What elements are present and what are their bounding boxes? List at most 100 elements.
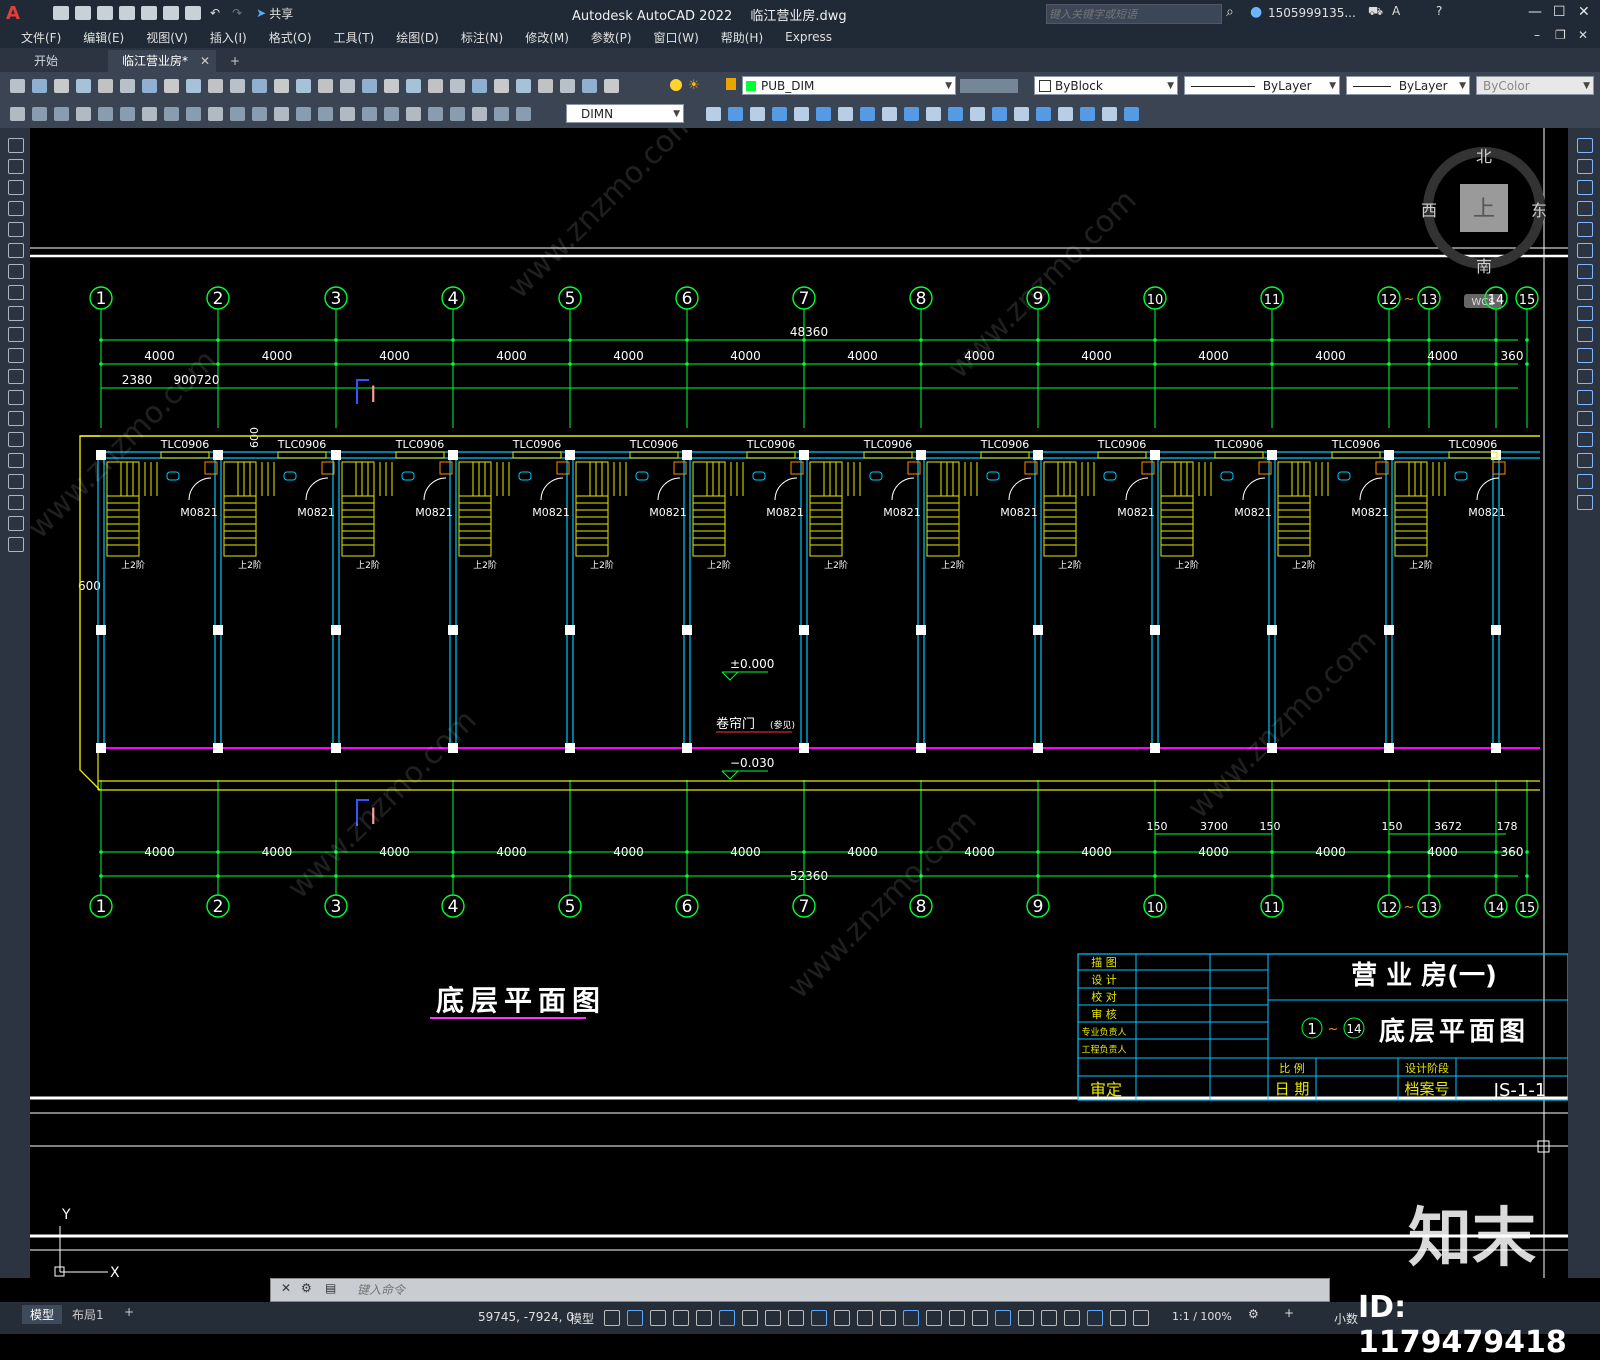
status-toggle-icon[interactable]	[627, 1310, 643, 1326]
toolbar-button-icon[interactable]	[76, 79, 91, 93]
lineweight-dropdown[interactable]: ByLayer ▼	[1346, 76, 1470, 95]
command-prompt-icon[interactable]: ▤	[325, 1281, 336, 1295]
dimstyle-dropdown[interactable]: DIMN ▼	[566, 104, 684, 123]
toolbar-button-icon[interactable]	[318, 79, 333, 93]
modify-tool-icon[interactable]	[1102, 107, 1117, 121]
status-toggle-icon[interactable]	[719, 1310, 735, 1326]
dimension-tool-icon[interactable]	[164, 107, 179, 121]
annotation-scale[interactable]: 1:1 / 100%	[1172, 1310, 1232, 1323]
modify-tool-icon[interactable]	[1577, 432, 1593, 447]
toolbar-button-icon[interactable]	[494, 79, 509, 93]
status-toggle-icon[interactable]	[903, 1310, 919, 1326]
open-from-web-icon[interactable]	[141, 6, 157, 20]
menu-format[interactable]: 格式(O)	[258, 29, 323, 46]
modify-tool-icon[interactable]	[860, 107, 875, 121]
dimension-tool-icon[interactable]	[362, 107, 377, 121]
doc-minimize-icon[interactable]: –	[1534, 28, 1540, 42]
tab-start[interactable]: 开始	[20, 50, 72, 72]
menu-insert[interactable]: 插入(I)	[199, 29, 258, 46]
draw-tool-icon[interactable]	[8, 138, 24, 153]
layer-dropdown[interactable]: PUB_DIM ▼	[742, 76, 956, 95]
modify-tool-icon[interactable]	[1577, 474, 1593, 489]
user-icon[interactable]: ●	[1250, 4, 1262, 20]
status-toggle-icon[interactable]	[995, 1310, 1011, 1326]
modify-tool-icon[interactable]	[1577, 285, 1593, 300]
command-input[interactable]	[355, 1281, 1309, 1299]
viewcube-south[interactable]: 南	[1476, 257, 1492, 276]
draw-tool-icon[interactable]	[8, 243, 24, 258]
status-toggle-icon[interactable]	[1041, 1310, 1057, 1326]
toolbar-button-icon[interactable]	[406, 79, 421, 93]
open-file-icon[interactable]	[75, 6, 91, 20]
status-toggle-icon[interactable]	[972, 1310, 988, 1326]
help-icon[interactable]: ?	[1436, 4, 1442, 18]
draw-tool-icon[interactable]	[8, 306, 24, 321]
save-to-web-icon[interactable]	[163, 6, 179, 20]
draw-tool-icon[interactable]	[8, 390, 24, 405]
status-toggle-icon[interactable]	[673, 1310, 689, 1326]
toolbar-button-icon[interactable]	[10, 79, 25, 93]
undo-icon[interactable]: ↶	[210, 6, 220, 20]
dimension-tool-icon[interactable]	[472, 107, 487, 121]
coordinates[interactable]: 59745, -7924, 0	[478, 1310, 574, 1324]
status-toggle-icon[interactable]	[880, 1310, 896, 1326]
model-space-toggle[interactable]: 模型	[570, 1310, 594, 1327]
search-box[interactable]	[1046, 4, 1222, 24]
viewcube-west[interactable]: 西	[1421, 201, 1437, 220]
toolbar-button-icon[interactable]	[98, 79, 113, 93]
standard-toolbar-icons[interactable]	[0, 72, 650, 100]
toolbar-button-icon[interactable]	[428, 79, 443, 93]
share-icon[interactable]: ➤	[256, 6, 266, 20]
dimension-tool-icon[interactable]	[142, 107, 157, 121]
toolbar-button-icon[interactable]	[560, 79, 575, 93]
settings-icon[interactable]: ⚙	[1248, 1307, 1259, 1321]
plot-icon[interactable]	[185, 6, 201, 20]
modify-toolbar-icons[interactable]	[690, 100, 1490, 128]
layout-tab-layout1[interactable]: 布局1	[72, 1306, 104, 1323]
toolbar-button-icon[interactable]	[54, 79, 69, 93]
color-dropdown[interactable]: ByBlock ▼	[1034, 76, 1178, 95]
dimension-tool-icon[interactable]	[76, 107, 91, 121]
modify-tool-icon[interactable]	[1577, 243, 1593, 258]
layer-tools[interactable]	[960, 79, 1018, 93]
redo-icon[interactable]: ↷	[232, 6, 242, 20]
modify-tool-icon[interactable]	[1080, 107, 1095, 121]
close-icon[interactable]: ✕	[1578, 4, 1590, 20]
plus-icon[interactable]: +	[1284, 1306, 1294, 1320]
modify-tool-icon[interactable]	[816, 107, 831, 121]
modify-tool-icon[interactable]	[1577, 159, 1593, 174]
draw-tool-icon[interactable]	[8, 369, 24, 384]
dimension-tool-icon[interactable]	[54, 107, 69, 121]
dimension-toolbar-icons[interactable]	[0, 100, 580, 128]
layer-light-icon[interactable]	[670, 79, 682, 91]
dimension-tool-icon[interactable]	[384, 107, 399, 121]
units-label[interactable]: 小数	[1334, 1310, 1358, 1327]
menu-draw[interactable]: 绘图(D)	[385, 29, 450, 46]
status-toggle-icon[interactable]	[788, 1310, 804, 1326]
toolbar-button-icon[interactable]	[120, 79, 135, 93]
toolbar-button-icon[interactable]	[230, 79, 245, 93]
modify-tool-icon[interactable]	[1577, 411, 1593, 426]
status-toggle-icon[interactable]	[765, 1310, 781, 1326]
modify-tool-icon[interactable]	[992, 107, 1007, 121]
status-toggle-icon[interactable]	[1133, 1310, 1149, 1326]
draw-tool-icon[interactable]	[8, 474, 24, 489]
exchange-icon[interactable]: A	[1392, 4, 1400, 18]
dimension-tool-icon[interactable]	[450, 107, 465, 121]
modify-tool-icon[interactable]	[1014, 107, 1029, 121]
status-toggle-icon[interactable]	[857, 1310, 873, 1326]
toolbar-button-icon[interactable]	[362, 79, 377, 93]
new-tab-icon[interactable]: +	[230, 50, 240, 72]
modify-tool-icon[interactable]	[1577, 264, 1593, 279]
draw-tool-icon[interactable]	[8, 516, 24, 531]
status-toggle-icon[interactable]	[650, 1310, 666, 1326]
user-name[interactable]: 1505999135...	[1268, 6, 1356, 20]
status-toggle-icon[interactable]	[1064, 1310, 1080, 1326]
toolbar-button-icon[interactable]	[186, 79, 201, 93]
modify-tool-icon[interactable]	[1577, 453, 1593, 468]
menu-dimension[interactable]: 标注(N)	[450, 29, 514, 46]
status-toggle-icon[interactable]	[811, 1310, 827, 1326]
linetype-dropdown[interactable]: ByLayer ▼	[1184, 76, 1340, 95]
tab-close-icon[interactable]: ✕	[200, 50, 210, 72]
status-toggle-icon[interactable]	[926, 1310, 942, 1326]
